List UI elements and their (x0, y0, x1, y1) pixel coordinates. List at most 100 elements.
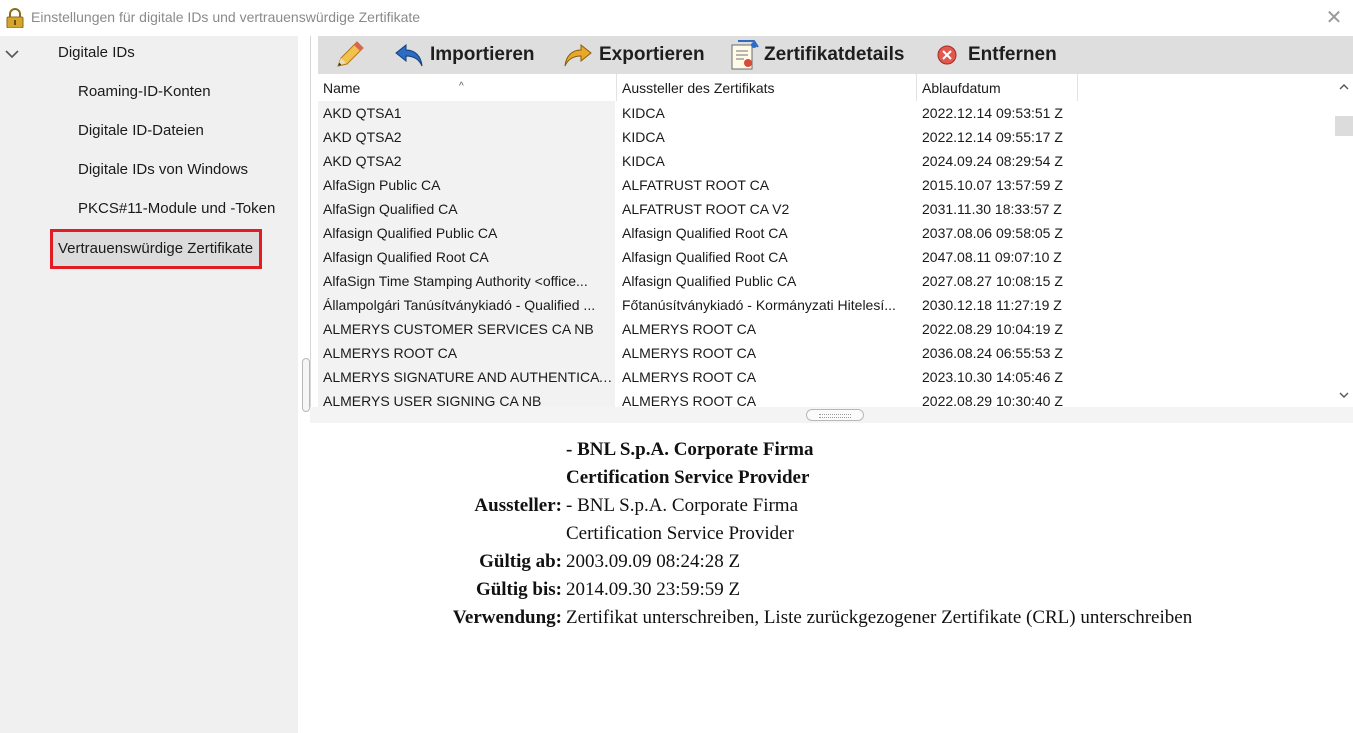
column-header-expiry[interactable]: Ablaufdatum (917, 74, 1078, 101)
remove-label: Entfernen (968, 44, 1057, 65)
scrollbar-thumb[interactable] (1335, 116, 1353, 136)
title-bar: Einstellungen für digitale IDs und vertr… (0, 0, 1353, 36)
cell-issuer: Alfasign Qualified Root CA (622, 225, 788, 241)
column-header-name[interactable]: Name ^ (318, 74, 617, 101)
sidebar-item-roaming-id[interactable]: Roaming-ID-Konten (78, 83, 211, 100)
table-row[interactable]: AlfaSign Public CA ALFATRUST ROOT CA 201… (318, 173, 1078, 197)
table-row[interactable]: Alfasign Qualified Root CA Alfasign Qual… (318, 245, 1078, 269)
issuer-label: Aussteller: (474, 495, 562, 516)
table-row[interactable]: ALMERYS ROOT CA ALMERYS ROOT CA 2036.08.… (318, 341, 1078, 365)
cell-name: Állampolgári Tanúsítványkiadó - Qualifie… (318, 293, 615, 317)
cell-issuer: ALFATRUST ROOT CA (622, 177, 770, 193)
sort-ascending-icon: ^ (459, 81, 464, 92)
cell-issuer: ALMERYS ROOT CA (622, 369, 757, 385)
cell-name: ALMERYS SIGNATURE AND AUTHENTICAT... (318, 365, 615, 389)
table-scrollbar[interactable] (1335, 74, 1353, 407)
cell-name: AlfaSign Time Stamping Authority <office… (318, 269, 615, 293)
import-label: Importieren (430, 44, 535, 65)
cell-name: ALMERYS CUSTOMER SERVICES CA NB (318, 317, 615, 341)
sidebar-item-label: Vertrauenswürdige Zertifikate (58, 240, 254, 257)
certificate-details-panel: - BNL S.p.A. Corporate Firma Certificati… (310, 423, 1353, 733)
table-row[interactable]: Állampolgári Tanúsítványkiadó - Qualifie… (318, 293, 1078, 317)
column-header-issuer[interactable]: Aussteller des Zertifikats (617, 74, 917, 101)
splitter-handle[interactable] (302, 358, 310, 412)
cell-expiry: 2023.10.30 14:05:46 Z (922, 369, 1063, 385)
arrow-right-icon (564, 43, 592, 67)
scroll-down-icon[interactable] (1339, 390, 1349, 400)
certificate-table: Name ^ Aussteller des Zertifikats Ablauf… (318, 74, 1335, 407)
export-button[interactable]: Exportieren (563, 36, 705, 74)
table-row[interactable]: ALMERYS USER SIGNING CA NB ALMERYS ROOT … (318, 389, 1078, 407)
certificate-details-button[interactable]: Zertifikatdetails (728, 36, 904, 74)
cell-name: AKD QTSA1 (318, 101, 615, 125)
lock-icon (6, 8, 24, 28)
cell-name: Alfasign Qualified Public CA (318, 221, 615, 245)
valid-to-value: 2014.09.30 23:59:59 Z (566, 579, 741, 600)
pencil-icon (337, 41, 364, 67)
table-header: Name ^ Aussteller des Zertifikats Ablauf… (318, 74, 1335, 101)
cell-issuer: ALMERYS ROOT CA (622, 393, 757, 407)
cell-issuer: ALMERYS ROOT CA (622, 345, 757, 361)
cell-name: AKD QTSA2 (318, 149, 615, 173)
subject-line-1: - BNL S.p.A. Corporate Firma (566, 439, 814, 460)
cell-expiry: 2022.12.14 09:55:17 Z (922, 129, 1063, 145)
table-row[interactable]: Alfasign Qualified Public CA Alfasign Qu… (318, 221, 1078, 245)
cell-issuer: KIDCA (622, 105, 665, 121)
certificate-details-label: Zertifikatdetails (764, 44, 905, 65)
cell-expiry: 2022.08.29 10:04:19 Z (922, 321, 1063, 337)
sidebar-group-digital-ids[interactable]: Digitale IDs (58, 44, 135, 61)
table-row[interactable]: ALMERYS SIGNATURE AND AUTHENTICAT... ALM… (318, 365, 1078, 389)
cell-issuer: KIDCA (622, 129, 665, 145)
cell-expiry: 2037.08.06 09:58:05 Z (922, 225, 1063, 241)
table-row[interactable]: AlfaSign Qualified CA ALFATRUST ROOT CA … (318, 197, 1078, 221)
table-row[interactable]: AlfaSign Time Stamping Authority <office… (318, 269, 1078, 293)
sidebar-item-trusted-certificates[interactable]: Vertrauenswürdige Zertifikate (50, 229, 262, 269)
usage-label: Verwendung: (452, 607, 562, 628)
cell-name: ALMERYS ROOT CA (318, 341, 615, 365)
cell-name: AlfaSign Public CA (318, 173, 615, 197)
valid-from-value: 2003.09.09 08:24:28 Z (566, 551, 741, 572)
certificate-icon (731, 40, 759, 70)
cell-expiry: 2024.09.24 08:29:54 Z (922, 153, 1063, 169)
cell-name: AlfaSign Qualified CA (318, 197, 615, 221)
cell-issuer: KIDCA (622, 153, 665, 169)
sidebar: Digitale IDs Roaming-ID-Konten Digitale … (0, 36, 298, 733)
sidebar-item-id-files[interactable]: Digitale ID-Dateien (78, 122, 204, 139)
table-row[interactable]: AKD QTSA2 KIDCA 2022.12.14 09:55:17 Z (318, 125, 1078, 149)
issuer-line-1: - BNL S.p.A. Corporate Firma (566, 495, 799, 516)
valid-to-label: Gültig bis: (475, 579, 562, 600)
cell-issuer: Alfasign Qualified Root CA (622, 249, 788, 265)
cell-name: AKD QTSA2 (318, 125, 615, 149)
cell-expiry: 2030.12.18 11:27:19 Z (922, 297, 1062, 313)
issuer-line-2: Certification Service Provider (566, 523, 794, 544)
close-icon: ✕ (1325, 5, 1343, 29)
table-row[interactable]: AKD QTSA2 KIDCA 2024.09.24 08:29:54 Z (318, 149, 1078, 173)
toolbar: Importieren Exportieren Zertifikatdetail… (318, 36, 1353, 74)
window-title: Einstellungen für digitale IDs und vertr… (31, 9, 421, 25)
table-row[interactable]: AKD QTSA1 KIDCA 2022.12.14 09:53:51 Z (318, 101, 1078, 125)
valid-from-label: Gültig ab: (479, 551, 562, 572)
table-row[interactable]: ALMERYS CUSTOMER SERVICES CA NB ALMERYS … (318, 317, 1078, 341)
cell-issuer: ALMERYS ROOT CA (622, 321, 757, 337)
remove-button[interactable]: Entfernen (936, 36, 1057, 74)
sidebar-item-pkcs11[interactable]: PKCS#11-Module und -Token (78, 200, 275, 217)
usage-value: Zertifikat unterschreiben, Liste zurückg… (566, 607, 1193, 628)
cell-issuer: Főtanúsítványkiadó - Kormányzati Hiteles… (622, 297, 896, 313)
arrow-left-icon (395, 43, 423, 67)
cell-expiry: 2031.11.30 18:33:57 Z (922, 201, 1062, 217)
import-button[interactable]: Importieren (394, 36, 535, 74)
chevron-down-icon[interactable] (4, 48, 20, 60)
cell-expiry: 2022.12.14 09:53:51 Z (922, 105, 1063, 121)
edit-button[interactable] (334, 36, 366, 74)
splitter-handle[interactable] (806, 409, 864, 421)
subject-line-2: Certification Service Provider (566, 467, 810, 488)
horizontal-splitter (310, 407, 1353, 423)
scroll-up-icon[interactable] (1339, 82, 1349, 92)
export-label: Exportieren (599, 44, 705, 65)
cell-expiry: 2022.08.29 10:30:40 Z (922, 393, 1063, 407)
close-button[interactable]: ✕ (1322, 6, 1346, 30)
sidebar-item-windows-ids[interactable]: Digitale IDs von Windows (78, 161, 248, 178)
column-header-label: Name (323, 80, 361, 96)
cell-expiry: 2047.08.11 09:07:10 Z (922, 249, 1062, 265)
cell-issuer: ALFATRUST ROOT CA V2 (622, 201, 790, 217)
